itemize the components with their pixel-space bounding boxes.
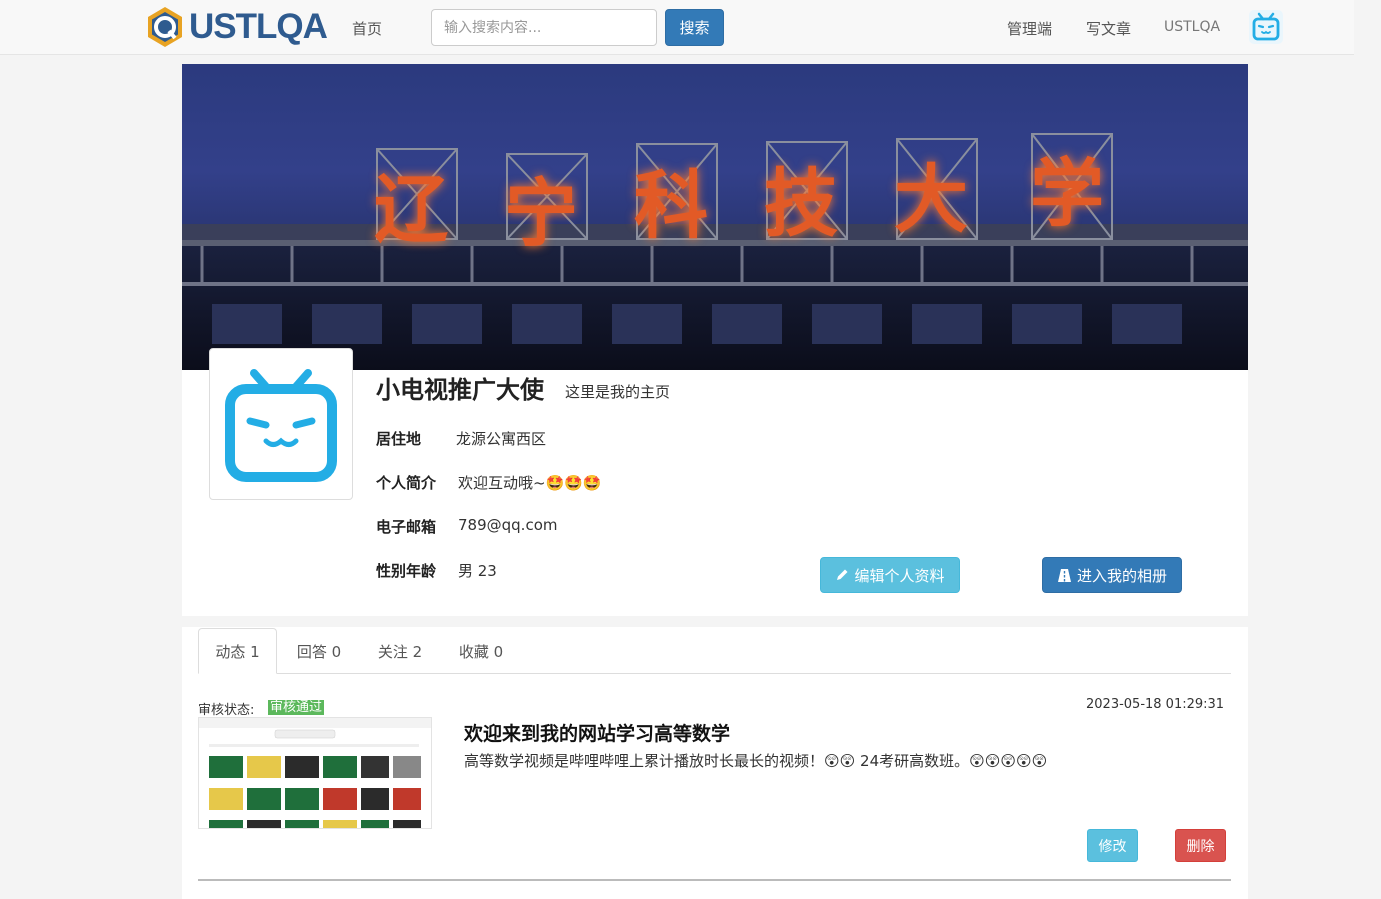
edit-profile-label: 编辑个人资料 <box>854 566 945 585</box>
field-label-email: 电子邮箱 <box>376 518 437 536</box>
nav-write-link[interactable]: 写文章 <box>1086 18 1131 39</box>
field-value-location: 龙源公寓西区 <box>456 430 547 448</box>
open-album-label: 进入我的相册 <box>1076 566 1167 585</box>
profile-banner: 辽 宁 科 技 大 学 <box>182 64 1248 370</box>
post-divider <box>198 879 1231 881</box>
tv-mascot-icon <box>225 369 337 482</box>
tab-posts[interactable]: 动态 1 <box>198 628 277 674</box>
field-label-bio: 个人简介 <box>376 474 437 492</box>
logo-text: USTLQA <box>189 7 328 46</box>
tv-mascot-icon <box>1249 10 1283 44</box>
nav-home-link[interactable]: 首页 <box>352 18 382 39</box>
navbar: USTLQA 首页 搜索 管理端 写文章 USTLQA <box>0 0 1354 55</box>
post-thumbnail[interactable] <box>198 717 432 829</box>
modify-post-button[interactable]: 修改 <box>1087 829 1138 862</box>
road-icon <box>1057 568 1071 582</box>
banner-char-3: 科 <box>634 163 708 249</box>
banner-char-4: 技 <box>764 161 838 247</box>
review-status-badge: 审核通过 <box>268 700 325 715</box>
search-button[interactable]: 搜索 <box>665 9 724 46</box>
review-status-label: 审核状态: <box>198 703 255 718</box>
field-label-location: 居住地 <box>376 430 422 448</box>
logo-icon <box>143 5 187 49</box>
banner-char-2: 宁 <box>504 171 578 257</box>
edit-profile-button[interactable]: 编辑个人资料 <box>820 557 960 593</box>
tab-answers[interactable]: 回答 0 <box>282 628 356 674</box>
profile-name: 小电视推广大使 <box>376 376 544 404</box>
tab-following[interactable]: 关注 2 <box>363 628 437 674</box>
post-excerpt: 高等数学视频是哔哩哔哩上累计播放时长最长的视频！😲😲 24考研高数班。😲😲😲😲😲 <box>464 752 1048 770</box>
banner-char-5: 大 <box>894 157 968 243</box>
open-album-button[interactable]: 进入我的相册 <box>1042 557 1182 593</box>
tab-favorites-label: 收藏 0 <box>458 642 504 661</box>
field-value-bio: 欢迎互动哦~🤩🤩🤩 <box>458 474 602 492</box>
field-value-email: 789@qq.com <box>458 516 558 534</box>
banner-char-1: 辽 <box>374 167 448 253</box>
nav-admin-link[interactable]: 管理端 <box>1007 18 1052 39</box>
banner-char-6: 学 <box>1030 151 1104 237</box>
user-avatar[interactable] <box>1249 10 1283 44</box>
site-logo[interactable]: USTLQA <box>143 5 328 49</box>
nav-site-link[interactable]: USTLQA <box>1164 19 1220 35</box>
post-timestamp: 2023-05-18 01:29:31 <box>1086 697 1225 712</box>
profile-tagline: 这里是我的主页 <box>565 383 671 401</box>
tab-favorites[interactable]: 收藏 0 <box>444 628 518 674</box>
tab-following-label: 关注 2 <box>377 642 423 661</box>
delete-post-button[interactable]: 删除 <box>1175 829 1226 862</box>
tab-posts-label: 动态 1 <box>215 642 260 661</box>
video-grid-thumbnail <box>199 718 431 828</box>
pencil-icon <box>837 569 848 580</box>
profile-avatar <box>209 348 353 500</box>
search-input[interactable] <box>431 9 657 46</box>
tab-answers-label: 回答 0 <box>296 642 342 661</box>
post-title[interactable]: 欢迎来到我的网站学习高等数学 <box>464 719 730 746</box>
field-value-gender-age: 男 23 <box>458 562 497 580</box>
field-label-gender-age: 性别年龄 <box>376 562 437 580</box>
